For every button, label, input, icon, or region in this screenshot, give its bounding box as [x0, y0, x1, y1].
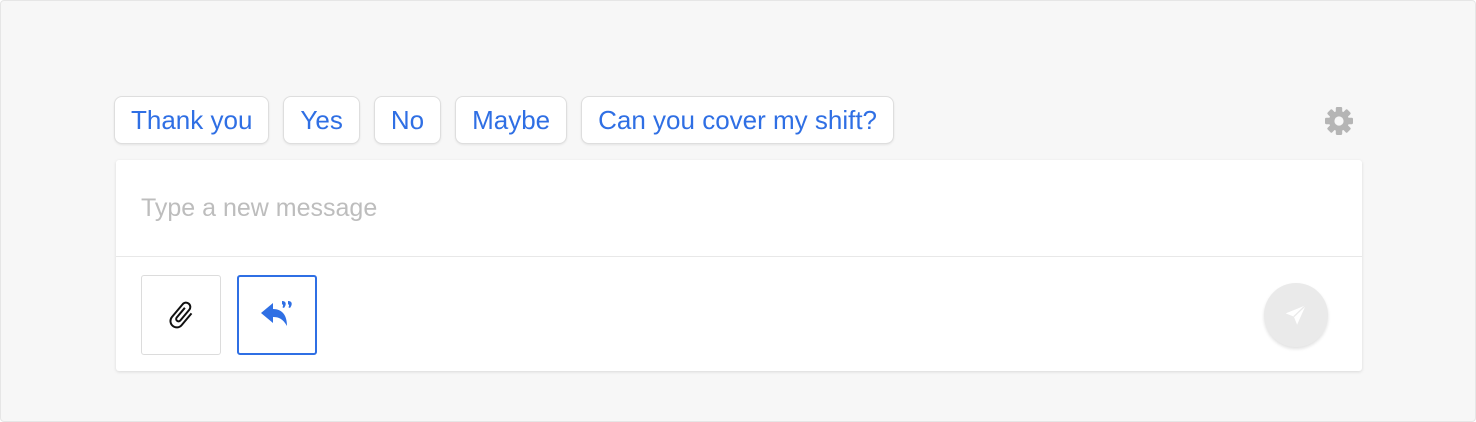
chat-composer-panel: Thank you Yes No Maybe Can you cover my … [0, 0, 1476, 422]
attach-file-button[interactable] [141, 275, 221, 355]
quick-reply-thank-you[interactable]: Thank you [114, 96, 270, 144]
quick-reply-cover-shift[interactable]: Can you cover my shift? [581, 96, 895, 144]
message-composer [116, 160, 1362, 371]
send-button[interactable] [1264, 283, 1328, 347]
paperclip-icon [169, 301, 193, 329]
quick-reply-bar: Thank you Yes No Maybe Can you cover my … [114, 96, 895, 144]
settings-button[interactable] [1323, 105, 1355, 137]
gear-icon [1325, 107, 1353, 135]
quick-reply-yes[interactable]: Yes [283, 96, 360, 144]
quick-replies-toggle-button[interactable] [237, 275, 317, 355]
quick-reply-maybe[interactable]: Maybe [455, 96, 568, 144]
quick-reply-icon [261, 301, 292, 326]
message-input[interactable] [116, 160, 1362, 257]
quick-reply-no[interactable]: No [373, 96, 442, 144]
send-icon [1285, 304, 1307, 325]
